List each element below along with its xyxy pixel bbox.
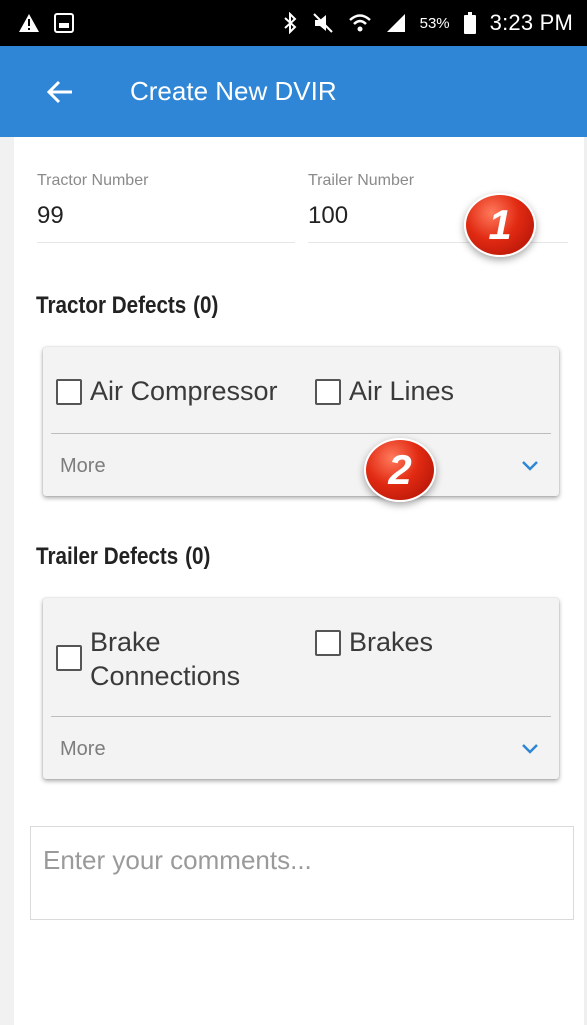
checkbox-brake-connections[interactable]: Brake Connections (56, 625, 240, 693)
arrow-left-icon (46, 80, 72, 103)
more-label: More (60, 454, 106, 477)
image-icon (54, 13, 74, 33)
trailer-defects-heading: Trailer Defects (0) (36, 543, 210, 571)
mute-icon (312, 12, 334, 34)
callout-marker-1: 1 (464, 193, 536, 257)
battery-icon (463, 12, 476, 34)
trailer-defects-card: Brake Connections Brakes More (43, 598, 559, 779)
tractor-number-input[interactable] (37, 202, 295, 243)
status-bar: 53% 3:23 PM (0, 0, 587, 46)
battery-percent: 53% (419, 14, 450, 32)
trailer-more-toggle[interactable]: More (43, 717, 559, 781)
signal-icon (386, 13, 406, 33)
checkbox-air-lines[interactable]: Air Lines (315, 374, 454, 408)
checkbox-label: Brake Connections (90, 625, 240, 693)
tractor-number-label: Tractor Number (37, 172, 149, 189)
checkbox-air-compressor[interactable]: Air Compressor (56, 374, 278, 408)
tractor-number-field: Tractor Number (37, 172, 295, 243)
tractor-defects-card: Air Compressor Air Lines More (43, 347, 559, 496)
checkbox-brakes[interactable]: Brakes (315, 625, 433, 659)
checkbox-label: Brakes (349, 627, 434, 657)
checkbox-label: Air Lines (349, 376, 455, 406)
tractor-defects-title: Tractor Defects (36, 292, 187, 319)
checkbox-box[interactable] (56, 379, 82, 405)
bluetooth-icon (282, 12, 298, 34)
clock: 3:23 PM (489, 10, 573, 35)
checkbox-label: Air Compressor (90, 376, 278, 406)
alert-icon (18, 13, 40, 33)
callout-marker-2: 2 (364, 438, 436, 502)
tractor-defects-heading: Tractor Defects (0) (36, 292, 218, 320)
app-bar: Create New DVIR (0, 46, 587, 137)
wifi-icon (348, 13, 372, 33)
trailer-defects-count: (0) (185, 543, 211, 570)
comments-box (30, 826, 574, 920)
chevron-down-icon (521, 743, 539, 755)
tractor-more-toggle[interactable]: More (43, 434, 559, 498)
chevron-down-icon (521, 460, 539, 472)
tractor-defects-count: (0) (193, 292, 219, 319)
trailer-number-label: Trailer Number (308, 172, 415, 189)
comments-input[interactable] (31, 827, 573, 919)
frame-left (0, 137, 14, 1025)
label-line-1: Brake (90, 627, 161, 657)
checkbox-box[interactable] (315, 379, 341, 405)
page-title: Create New DVIR (130, 76, 337, 106)
trailer-defects-title: Trailer Defects (36, 543, 179, 570)
checkbox-box[interactable] (315, 630, 341, 656)
checkbox-box[interactable] (56, 645, 82, 671)
label-line-2: Connections (90, 661, 241, 691)
back-button[interactable] (35, 67, 85, 117)
more-label: More (60, 737, 106, 760)
